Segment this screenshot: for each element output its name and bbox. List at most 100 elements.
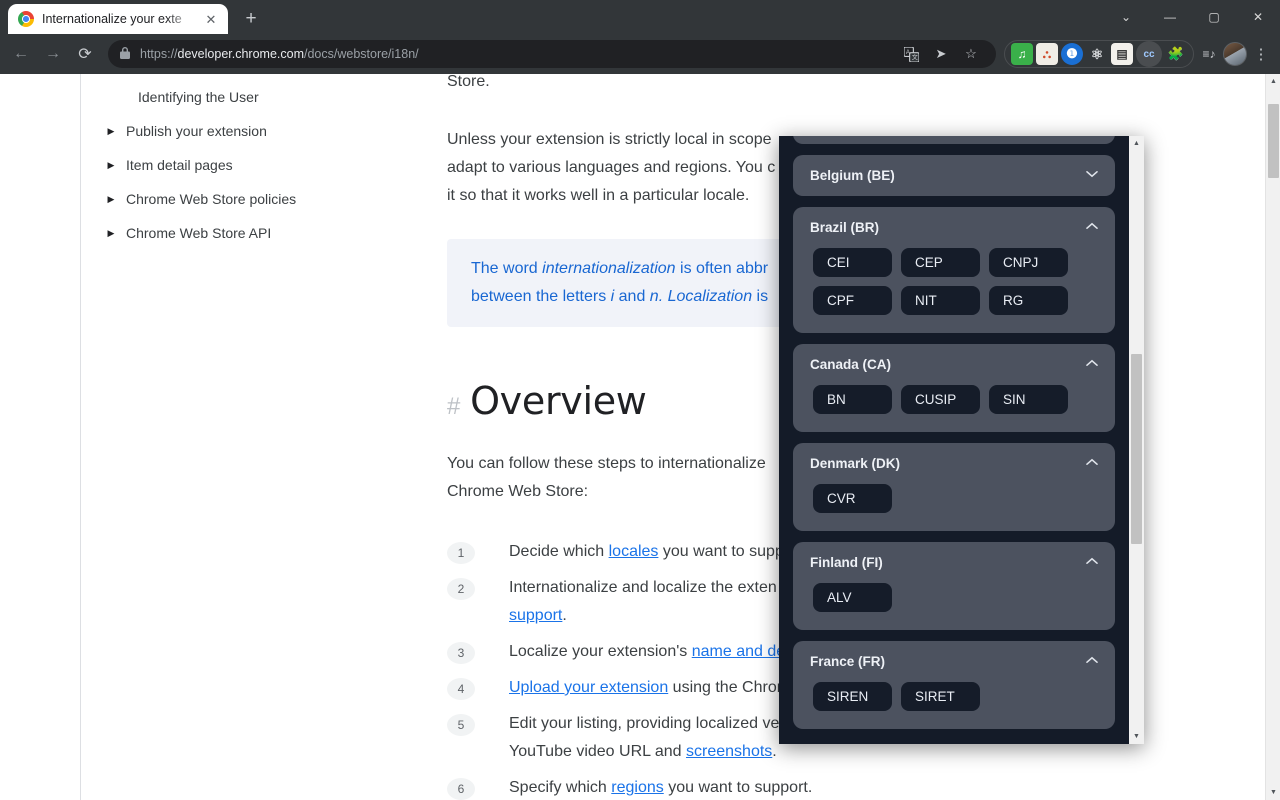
browser-menu-icon[interactable]: ⋮: [1248, 47, 1274, 62]
sidebar-item-label: Publish your extension: [126, 123, 267, 139]
chevron-up-icon[interactable]: [1086, 222, 1098, 233]
tax-id-tag[interactable]: CNPJ: [989, 248, 1068, 277]
country-card-canada[interactable]: Canada (CA) BN CUSIP SIN: [793, 344, 1115, 432]
tax-id-tags: CVR: [793, 484, 1115, 531]
new-tab-button[interactable]: +: [237, 5, 265, 33]
tax-id-tag[interactable]: BN: [813, 385, 892, 414]
tax-id-tag[interactable]: CEP: [901, 248, 980, 277]
sidebar-item-chrome-web-store-policies[interactable]: ▶ Chrome Web Store policies: [82, 182, 442, 216]
sidebar-rail: [0, 74, 81, 800]
translate-icon[interactable]: A文: [898, 41, 924, 67]
tax-id-tag[interactable]: CEI: [813, 248, 892, 277]
screenshot-extension-icon[interactable]: ▤: [1111, 43, 1133, 65]
country-card-partial[interactable]: [793, 136, 1115, 144]
chevron-up-icon[interactable]: [1086, 458, 1098, 469]
tax-id-tag[interactable]: ALV: [813, 583, 892, 612]
page-scrollbar-thumb[interactable]: [1268, 104, 1279, 178]
tax-id-tag[interactable]: CPF: [813, 286, 892, 315]
panel-scroll-down-icon[interactable]: ▼: [1129, 729, 1144, 744]
chevron-down-icon[interactable]: [1086, 170, 1098, 181]
docs-navigation: Identifying the User ▶ Publish your exte…: [82, 74, 442, 250]
url-text: https://developer.chrome.com/docs/websto…: [140, 47, 888, 61]
back-icon[interactable]: ←: [6, 39, 36, 69]
maximize-button[interactable]: ▢: [1192, 0, 1236, 34]
chevron-up-icon[interactable]: [1086, 359, 1098, 370]
anchor-hash-icon[interactable]: #: [447, 393, 460, 421]
link-support[interactable]: support: [509, 607, 562, 624]
puzzle-extensions-icon[interactable]: 🧩: [1165, 43, 1187, 65]
send-icon[interactable]: ➤: [928, 41, 954, 67]
avatar[interactable]: [1223, 42, 1247, 66]
browser-tab[interactable]: Internationalize your exte ✕: [8, 4, 228, 34]
tax-id-tag[interactable]: CVR: [813, 484, 892, 513]
panel-scrollbar[interactable]: ▲ ▼: [1129, 136, 1144, 744]
page-viewport: Identifying the User ▶ Publish your exte…: [0, 74, 1280, 800]
sidebar-item-label: Chrome Web Store policies: [126, 191, 296, 207]
bookmark-star-icon[interactable]: ☆: [958, 41, 984, 67]
sidebar-item-label: Item detail pages: [126, 157, 233, 173]
media-list-icon[interactable]: ≡♪: [1196, 41, 1222, 67]
country-header[interactable]: Finland (FI): [793, 542, 1115, 583]
chevron-right-icon: ▶: [106, 160, 116, 171]
tab-strip: Internationalize your exte ✕ + ⌄ — ▢ ✕: [0, 0, 1280, 34]
link-screenshots[interactable]: screenshots: [686, 743, 772, 760]
cc-extension-icon[interactable]: cc: [1136, 41, 1162, 67]
country-header[interactable]: Brazil (BR): [793, 207, 1115, 248]
sidebar-item-item-detail-pages[interactable]: ▶ Item detail pages: [82, 148, 442, 182]
forward-icon[interactable]: →: [38, 39, 68, 69]
panel-scrollbar-thumb[interactable]: [1131, 354, 1142, 544]
tax-id-tag[interactable]: SIRET: [901, 682, 980, 711]
onepassword-extension-icon[interactable]: ❶: [1061, 43, 1083, 65]
country-card-denmark[interactable]: Denmark (DK) CVR: [793, 443, 1115, 531]
music-extension-icon[interactable]: ♫: [1011, 43, 1033, 65]
minimize-button[interactable]: —: [1148, 0, 1192, 34]
country-card-france[interactable]: France (FR) SIREN SIRET: [793, 641, 1115, 729]
country-header[interactable]: France (FR): [793, 641, 1115, 682]
tax-id-tag[interactable]: SIREN: [813, 682, 892, 711]
page-title-text: Overview: [470, 379, 647, 423]
sidebar-item-chrome-web-store-api[interactable]: ▶ Chrome Web Store API: [82, 216, 442, 250]
link-regions[interactable]: regions: [611, 779, 663, 796]
sidebar-item-identifying-the-user[interactable]: Identifying the User: [82, 80, 442, 114]
country-name: Denmark (DK): [810, 456, 900, 471]
tax-id-tag[interactable]: SIN: [989, 385, 1068, 414]
svg-text:文: 文: [911, 53, 917, 61]
country-card-brazil[interactable]: Brazil (BR) CEI CEP CNPJ CPF NIT RG: [793, 207, 1115, 333]
country-name: France (FR): [810, 654, 885, 669]
step-text-post: you want to supp: [658, 543, 783, 560]
tax-id-tag[interactable]: CUSIP: [901, 385, 980, 414]
panel-scroll-up-icon[interactable]: ▲: [1129, 136, 1144, 151]
omnibox-actions: A文 ➤ ☆: [898, 41, 984, 67]
link-upload-your-extension[interactable]: Upload your extension: [509, 679, 668, 696]
link-locales[interactable]: locales: [609, 543, 659, 560]
intro-line-3: it so that it works well in a particular…: [447, 187, 749, 204]
sitemap-extension-icon[interactable]: ⛬: [1036, 43, 1058, 65]
react-devtools-icon[interactable]: ⚛: [1086, 43, 1108, 65]
tax-id-tag[interactable]: NIT: [901, 286, 980, 315]
country-header[interactable]: Canada (CA): [793, 344, 1115, 385]
link-name-and-description[interactable]: name and de: [692, 643, 785, 660]
country-card-list: Belgium (BE) Brazil (BR): [793, 136, 1115, 740]
address-bar[interactable]: https://developer.chrome.com/docs/websto…: [108, 40, 996, 68]
tax-id-tags: SIREN SIRET: [793, 682, 1115, 729]
country-header[interactable]: Belgium (BE): [793, 155, 1115, 196]
country-card-finland[interactable]: Finland (FI) ALV: [793, 542, 1115, 630]
tax-id-tag[interactable]: RG: [989, 286, 1068, 315]
scroll-down-icon[interactable]: ▼: [1266, 785, 1280, 800]
sidebar-item-publish-your-extension[interactable]: ▶ Publish your extension: [82, 114, 442, 148]
window-close-button[interactable]: ✕: [1236, 0, 1280, 34]
chevron-down-icon[interactable]: ⌄: [1104, 0, 1148, 34]
step-text-post: you want to support.: [664, 779, 813, 796]
chevron-up-icon[interactable]: [1086, 656, 1098, 667]
close-icon[interactable]: ✕: [202, 10, 220, 28]
callout-text-b: is often abbr: [676, 260, 769, 277]
country-card-belgium[interactable]: Belgium (BE): [793, 155, 1115, 196]
lead-line-1: You can follow these steps to internatio…: [447, 455, 766, 472]
scroll-up-icon[interactable]: ▲: [1266, 74, 1280, 89]
callout-text-a: The word: [471, 260, 542, 277]
chevron-up-icon[interactable]: [1086, 557, 1098, 568]
country-header[interactable]: Denmark (DK): [793, 443, 1115, 484]
page-scrollbar[interactable]: ▲ ▼: [1265, 74, 1280, 800]
tax-id-tags: ALV: [793, 583, 1115, 630]
reload-icon[interactable]: ⟳: [70, 39, 100, 69]
